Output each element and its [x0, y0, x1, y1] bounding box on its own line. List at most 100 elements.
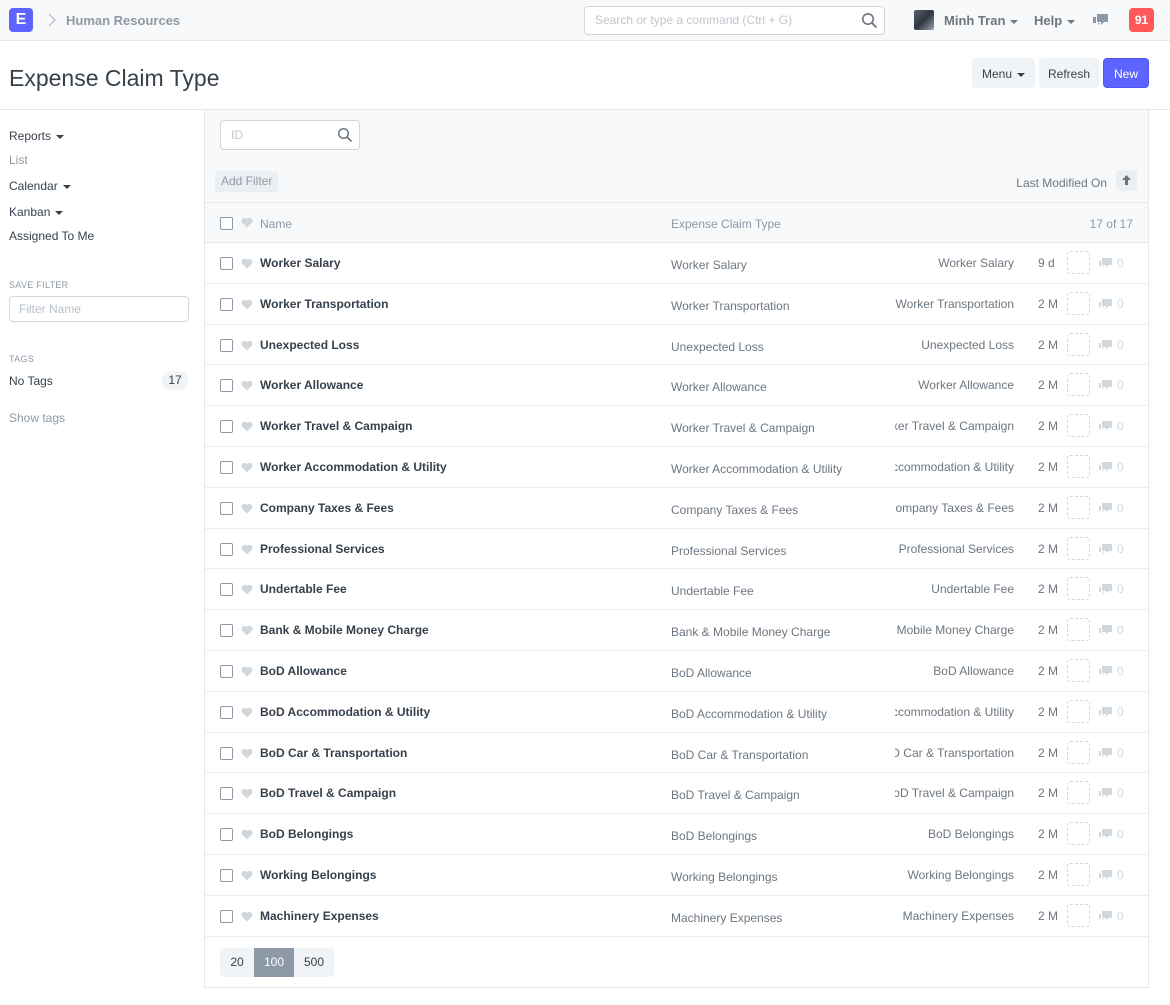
heart-icon[interactable] — [241, 625, 253, 636]
sidebar-item-list[interactable]: List — [9, 153, 28, 167]
table-row[interactable]: Professional Services Professional Servi… — [205, 529, 1148, 570]
heart-icon[interactable] — [241, 258, 253, 269]
row-name[interactable]: Undertable Fee — [260, 582, 347, 596]
refresh-button[interactable]: Refresh — [1039, 58, 1099, 88]
row-name[interactable]: BoD Car & Transportation — [260, 746, 407, 760]
row-name[interactable]: Worker Salary — [260, 256, 341, 270]
table-row[interactable]: BoD Accommodation & Utility BoD Accommod… — [205, 692, 1148, 733]
heart-icon[interactable] — [241, 421, 253, 432]
menu-button[interactable]: Menu — [972, 58, 1035, 88]
row-checkbox[interactable] — [220, 297, 233, 311]
assign-avatar-placeholder[interactable] — [1067, 862, 1090, 886]
row-checkbox[interactable] — [220, 460, 233, 474]
assign-avatar-placeholder[interactable] — [1067, 577, 1090, 601]
table-row[interactable]: BoD Belongings BoD Belongings BoD Belong… — [205, 814, 1148, 855]
assign-avatar-placeholder[interactable] — [1067, 618, 1090, 642]
table-row[interactable]: Undertable Fee Undertable Fee Undertable… — [205, 569, 1148, 611]
heart-icon[interactable] — [241, 299, 253, 310]
heart-icon[interactable] — [241, 462, 253, 473]
sort-selector[interactable]: Last Modified On — [1016, 176, 1107, 190]
row-checkbox[interactable] — [220, 257, 233, 270]
select-all-checkbox[interactable] — [220, 217, 233, 230]
assign-avatar-placeholder[interactable] — [1067, 373, 1090, 397]
row-checkbox[interactable] — [220, 909, 233, 923]
row-checkbox[interactable] — [220, 379, 233, 393]
breadcrumb-human-resources[interactable]: Human Resources — [66, 13, 180, 28]
row-checkbox[interactable] — [220, 501, 233, 515]
heart-icon[interactable] — [241, 707, 253, 718]
row-checkbox[interactable] — [220, 746, 233, 760]
table-row[interactable]: Worker Salary Worker Salary Worker Salar… — [205, 243, 1148, 284]
row-name[interactable]: BoD Travel & Campaign — [260, 786, 396, 800]
heart-icon[interactable] — [241, 666, 253, 677]
assign-avatar-placeholder[interactable] — [1067, 495, 1090, 519]
row-name[interactable]: BoD Accommodation & Utility — [260, 705, 430, 719]
row-checkbox[interactable] — [220, 787, 233, 801]
row-name[interactable]: Working Belongings — [260, 868, 376, 882]
heart-icon[interactable] — [241, 911, 253, 922]
row-checkbox[interactable] — [220, 338, 233, 352]
sidebar-item-assigned-to-me[interactable]: Assigned To Me — [9, 229, 94, 243]
heart-icon[interactable] — [241, 380, 253, 391]
show-tags-link[interactable]: Show tags — [9, 411, 65, 425]
assign-avatar-placeholder[interactable] — [1067, 251, 1090, 274]
table-row[interactable]: Working Belongings Working Belongings Wo… — [205, 855, 1148, 896]
row-checkbox[interactable] — [220, 420, 233, 434]
assign-avatar-placeholder[interactable] — [1067, 822, 1090, 846]
heart-icon[interactable] — [241, 829, 253, 840]
id-filter-input[interactable] — [231, 128, 331, 142]
assign-avatar-placeholder[interactable] — [1067, 454, 1090, 478]
row-checkbox[interactable] — [220, 868, 233, 882]
page-length-100-button[interactable]: 100 — [254, 948, 294, 977]
filter-name-input[interactable] — [19, 302, 179, 316]
sidebar-item-kanban[interactable]: Kanban — [9, 205, 64, 219]
row-checkbox[interactable] — [220, 624, 233, 638]
awesome-bar[interactable] — [584, 6, 885, 35]
table-row[interactable]: BoD Car & Transportation BoD Car & Trans… — [205, 733, 1148, 774]
id-filter-field[interactable] — [220, 120, 360, 150]
user-avatar[interactable] — [914, 10, 934, 30]
assign-avatar-placeholder[interactable] — [1067, 903, 1090, 927]
heart-icon[interactable] — [241, 584, 253, 595]
page-length-20-button[interactable]: 20 — [220, 948, 254, 977]
row-name[interactable]: BoD Belongings — [260, 827, 353, 841]
row-checkbox[interactable] — [220, 583, 233, 597]
row-name[interactable]: Company Taxes & Fees — [260, 501, 394, 515]
search-icon[interactable] — [861, 12, 878, 29]
table-row[interactable]: Worker Travel & Campaign Worker Travel &… — [205, 406, 1148, 447]
new-button[interactable]: New — [1103, 58, 1149, 88]
table-row[interactable]: Worker Accommodation & Utility Worker Ac… — [205, 447, 1148, 488]
assign-avatar-placeholder[interactable] — [1067, 414, 1090, 438]
assign-avatar-placeholder[interactable] — [1067, 536, 1090, 560]
assign-avatar-placeholder[interactable] — [1067, 740, 1090, 764]
row-checkbox[interactable] — [220, 664, 233, 678]
heart-icon[interactable] — [241, 870, 253, 881]
table-row[interactable]: Worker Transportation Worker Transportat… — [205, 284, 1148, 325]
heart-icon[interactable] — [241, 544, 253, 555]
assign-avatar-placeholder[interactable] — [1067, 781, 1090, 805]
assign-avatar-placeholder[interactable] — [1067, 699, 1090, 723]
table-row[interactable]: Worker Allowance Worker Allowance Worker… — [205, 365, 1148, 407]
row-name[interactable]: Worker Travel & Campaign — [260, 419, 413, 433]
help-menu[interactable]: Help — [1034, 13, 1076, 28]
add-filter-button[interactable]: Add Filter — [215, 171, 279, 192]
heart-icon[interactable] — [241, 788, 253, 799]
row-checkbox[interactable] — [220, 705, 233, 719]
row-name[interactable]: Worker Allowance — [260, 378, 363, 392]
row-name[interactable]: Professional Services — [260, 542, 385, 556]
sidebar-item-no-tags[interactable]: No Tags — [9, 374, 53, 388]
page-length-500-button[interactable]: 500 — [294, 948, 334, 977]
row-name[interactable]: Machinery Expenses — [260, 909, 379, 923]
heart-icon[interactable] — [241, 503, 253, 514]
heart-icon[interactable] — [241, 748, 253, 759]
sidebar-item-calendar[interactable]: Calendar — [9, 179, 71, 193]
heart-icon[interactable] — [241, 340, 253, 351]
row-checkbox[interactable] — [220, 828, 233, 842]
row-name[interactable]: BoD Allowance — [260, 664, 347, 678]
assign-avatar-placeholder[interactable] — [1067, 332, 1090, 356]
assign-avatar-placeholder[interactable] — [1067, 658, 1090, 682]
table-row[interactable]: Machinery Expenses Machinery Expenses Ma… — [205, 896, 1148, 937]
row-name[interactable]: Worker Transportation — [260, 297, 388, 311]
sidebar-item-reports[interactable]: Reports — [9, 129, 65, 143]
table-row[interactable]: Unexpected Loss Unexpected Loss Unexpect… — [205, 325, 1148, 366]
